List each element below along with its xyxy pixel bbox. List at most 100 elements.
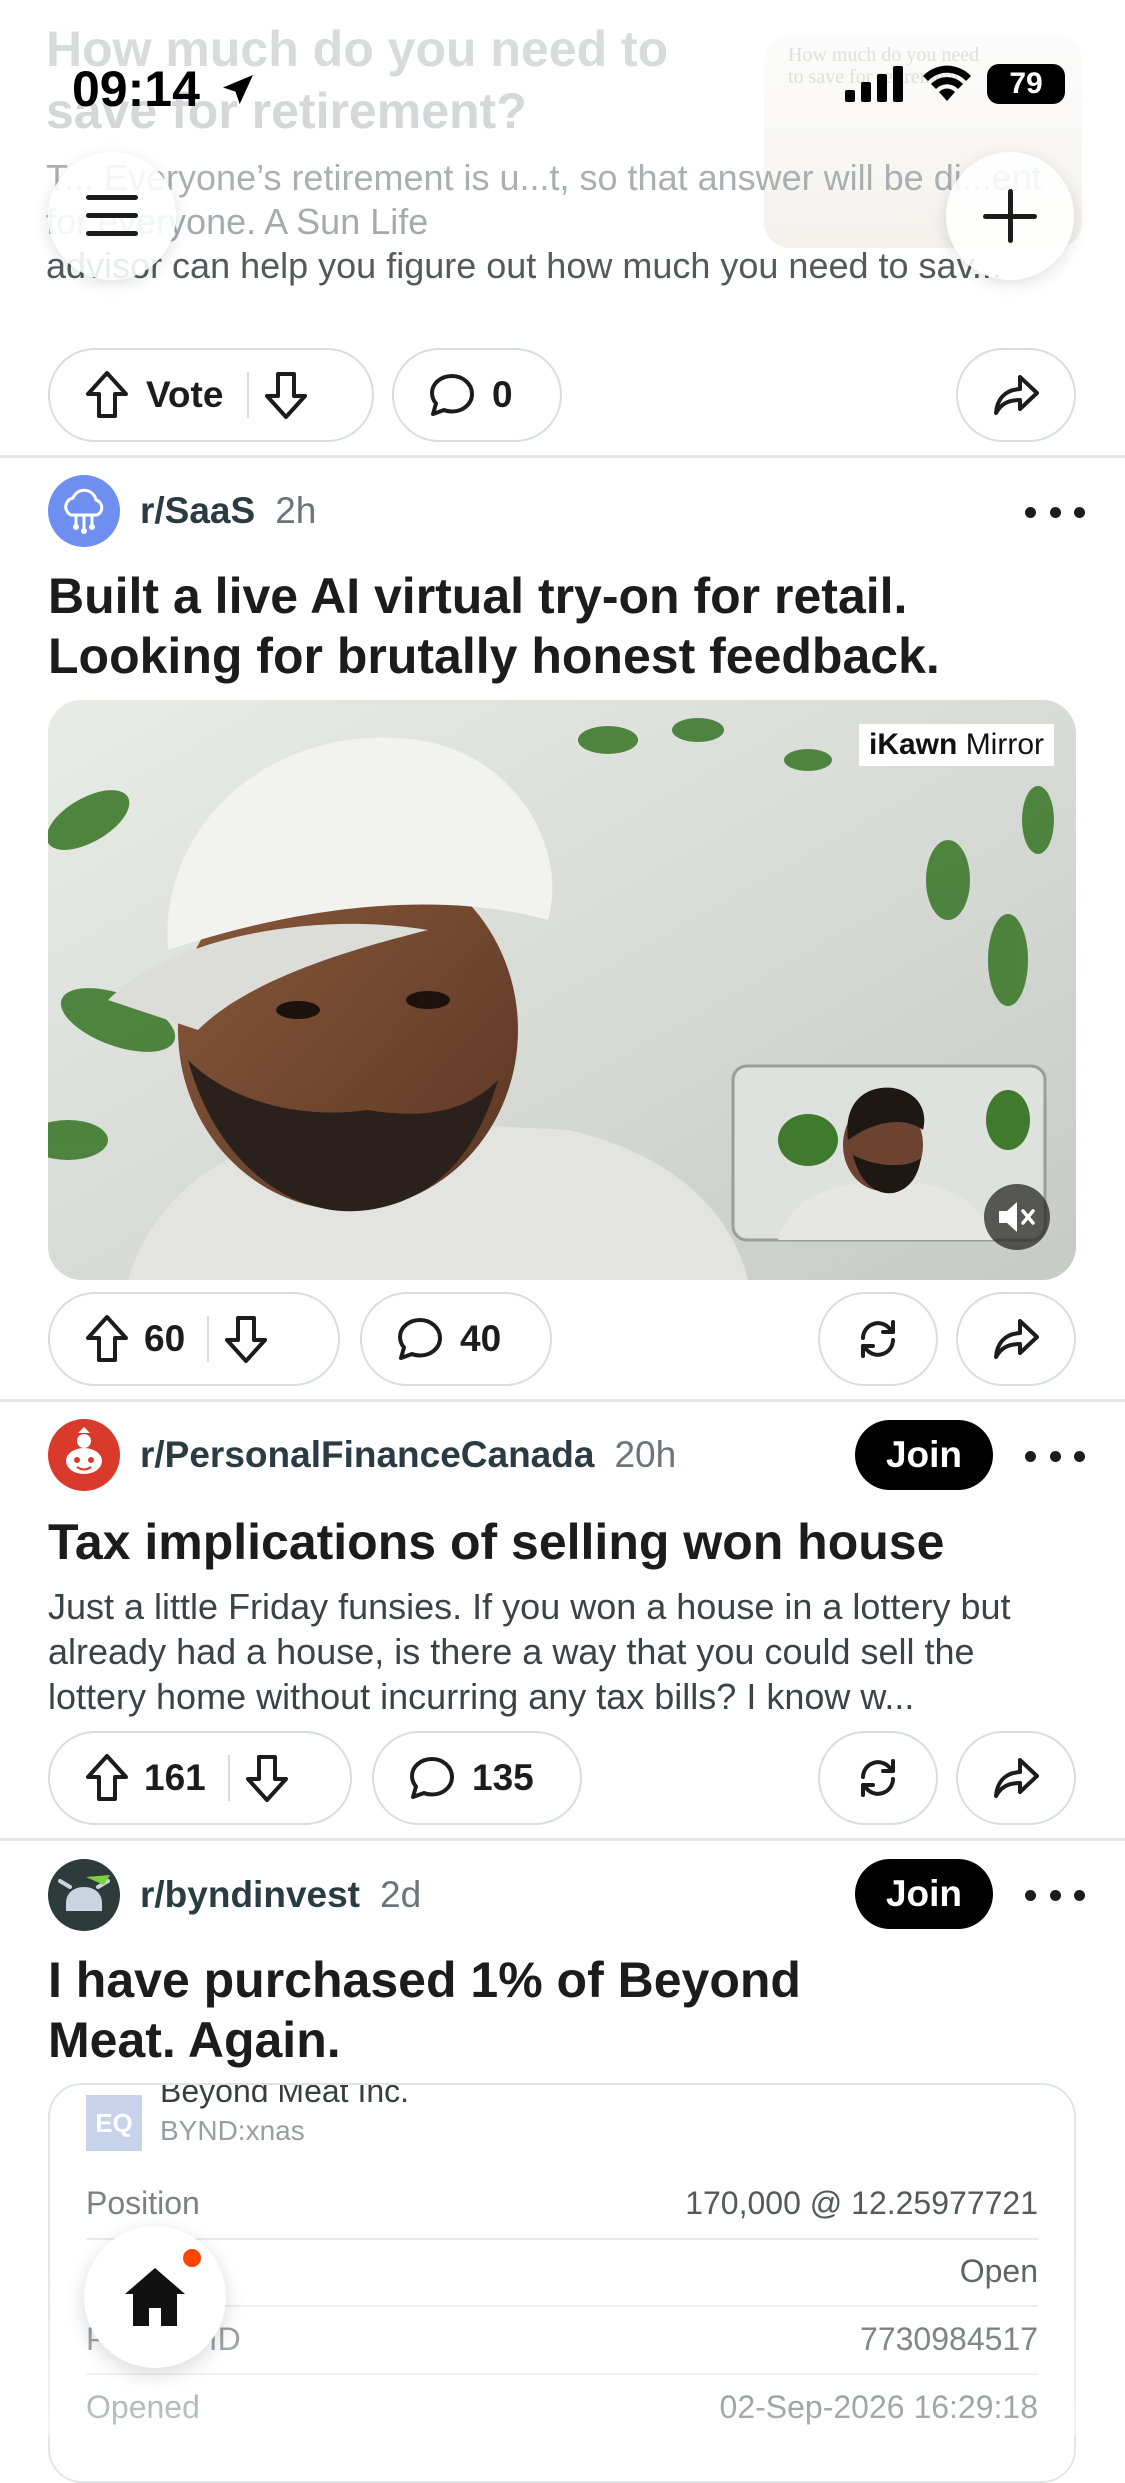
share-icon [994, 375, 1039, 415]
card-divider [86, 2238, 1038, 2240]
ad-body-faded: T... Everyone’s retirement is u...t, so … [46, 157, 1042, 242]
upvote-icon[interactable] [84, 1753, 130, 1803]
more-options-button[interactable] [1025, 1885, 1085, 1905]
share-button[interactable] [956, 1731, 1076, 1825]
video-frame [48, 700, 1076, 1280]
card-divider [86, 2305, 1038, 2307]
home-icon [125, 2268, 185, 2326]
post-title[interactable]: Tax implications of selling won house [48, 1512, 1078, 1572]
post-separator [0, 455, 1125, 458]
comments-button[interactable]: 135 [372, 1731, 582, 1825]
crosspost-button[interactable] [818, 1731, 938, 1825]
card-row-opened: Opened 02-Sep-2026 16:29:18 [86, 2389, 1038, 2426]
post-header-byndinvest: r/byndinvest 2d [48, 1858, 421, 1932]
join-button[interactable]: Join [855, 1859, 993, 1929]
join-button[interactable]: Join [855, 1420, 993, 1490]
vote-divider [207, 1316, 210, 1362]
subreddit-name[interactable]: r/byndinvest [140, 1874, 360, 1916]
share-icon [994, 1319, 1039, 1359]
mute-button[interactable] [984, 1184, 1050, 1250]
more-options-button[interactable] [1025, 502, 1085, 522]
ad-share-button[interactable] [956, 348, 1076, 442]
row-value: 7730984517 [860, 2321, 1038, 2357]
vote-divider [247, 372, 250, 418]
comments-button[interactable]: 40 [360, 1292, 552, 1386]
battery-icon: 79 [987, 64, 1065, 104]
comment-count: 0 [492, 374, 513, 415]
post-header-saas: r/SaaS 2h [48, 474, 316, 548]
equity-badge: EQ [86, 2095, 142, 2151]
ticker: BYND:xnas [160, 2115, 305, 2146]
row-label: Opened [86, 2389, 200, 2425]
post-body[interactable]: Just a little Friday funsies. If you won… [48, 1584, 1078, 1720]
comment-icon [410, 1757, 454, 1799]
row-label: Position [86, 2185, 200, 2221]
speaker-muted-icon [999, 1202, 1035, 1232]
row-value: 02-Sep-2026 16:29:18 [719, 2389, 1038, 2425]
wifi-icon [923, 65, 971, 101]
comment-icon [398, 1318, 442, 1360]
upvote-icon[interactable] [84, 1314, 130, 1364]
row-value: Open [959, 2253, 1038, 2289]
ad-vote-control: Vote [48, 348, 374, 442]
post-separator [0, 1399, 1125, 1402]
share-icon [994, 1758, 1039, 1798]
location-arrow-icon [222, 75, 253, 105]
downvote-icon[interactable] [223, 1314, 269, 1364]
plus-icon [983, 189, 1037, 243]
vote-count: 60 [144, 1318, 186, 1359]
post-vote-control: 161 [48, 1731, 352, 1825]
post-time: 20h [614, 1434, 677, 1475]
notification-dot [180, 2246, 204, 2270]
upvote-icon[interactable] [84, 370, 130, 420]
row-value: 170,000 @ 12.25977721 [685, 2185, 1038, 2221]
vote-divider [227, 1755, 230, 1801]
share-button[interactable] [956, 1292, 1076, 1386]
repost-icon [861, 1320, 895, 1358]
video-watermark: iKawn Mirror [858, 724, 1054, 766]
post-time: 2h [275, 490, 317, 531]
bull-icon [58, 1875, 110, 1911]
hamburger-icon [86, 195, 138, 236]
ad-body-line: advisor can help you figure out how much… [46, 245, 1002, 286]
vote-label: Vote [146, 374, 224, 415]
post-title[interactable]: I have purchased 1% of Beyond Meat. Agai… [48, 1950, 928, 2070]
status-time-text: 09:14 [72, 61, 200, 117]
subreddit-name[interactable]: r/SaaS [140, 490, 255, 532]
menu-button[interactable] [48, 152, 176, 280]
card-row-position-id: Position ID 7730984517 [86, 2321, 1038, 2358]
post-separator [0, 1838, 1125, 1841]
post-title[interactable]: Built a live AI virtual try-on for retai… [48, 566, 1078, 686]
cloud-circuit-icon [64, 488, 104, 534]
post-video[interactable]: iKawn Mirror [48, 700, 1076, 1280]
watermark-word: Mirror [965, 728, 1044, 761]
status-icons: 79 [845, 64, 1065, 104]
card-divider [86, 2373, 1038, 2375]
company-name: Beyond Meat Inc. [160, 2083, 410, 2109]
cellular-signal-icon [845, 66, 903, 102]
subreddit-avatar[interactable] [48, 1419, 120, 1491]
card-row-position: Position 170,000 @ 12.25977721 [86, 2185, 1038, 2222]
subreddit-avatar[interactable] [48, 475, 120, 547]
comment-count: 40 [460, 1318, 502, 1359]
downvote-icon[interactable] [263, 370, 309, 420]
downvote-icon[interactable] [244, 1753, 290, 1803]
watermark-brand: iKawn [868, 728, 958, 761]
comment-icon [430, 374, 474, 416]
subreddit-name[interactable]: r/PersonalFinanceCanada [140, 1434, 594, 1476]
reddit-snoo-icon [66, 1427, 102, 1474]
ad-comments-button[interactable]: 0 [392, 348, 562, 442]
post-time: 2d [380, 1874, 422, 1915]
post-header-pfc: r/PersonalFinanceCanada 20h [48, 1418, 676, 1492]
ad-body: T... Everyone’s retirement is u...t, so … [46, 156, 1086, 288]
create-post-button[interactable] [946, 152, 1074, 280]
vote-count: 161 [144, 1757, 206, 1798]
crosspost-button[interactable] [818, 1292, 938, 1386]
subreddit-avatar[interactable] [48, 1859, 120, 1931]
home-button[interactable] [84, 2226, 226, 2368]
repost-icon [861, 1759, 895, 1797]
status-time: 09:14 [72, 60, 258, 118]
more-options-button[interactable] [1025, 1446, 1085, 1466]
post-vote-control: 60 [48, 1292, 340, 1386]
card-row-status: Open [86, 2253, 1038, 2290]
